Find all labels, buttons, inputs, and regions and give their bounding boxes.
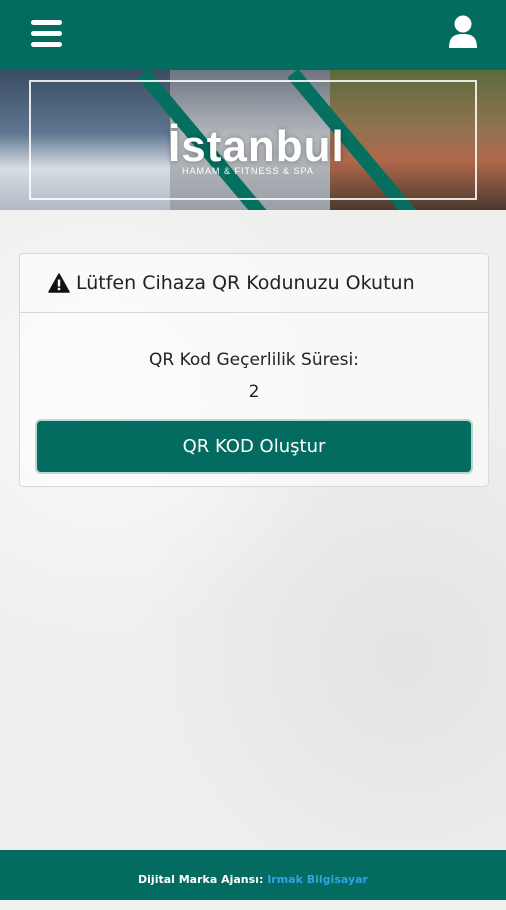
footer-prefix: Dijital Marka Ajansı: [138,873,264,886]
agency-link[interactable]: Irmak Bilgisayar [267,873,368,886]
validity-label: QR Kod Geçerlilik Süresi: [148,350,359,370]
qr-card: Lütfen Cihaza QR Kodunuzu Okutun QR Kod … [19,253,489,487]
create-qr-button[interactable]: QR KOD Oluştur [37,421,471,472]
top-bar [0,0,506,70]
brand-logo: İstanbul [168,122,345,171]
footer: Dijital Marka Ajansı: Irmak Bilgisayar [0,850,506,900]
user-account-icon[interactable] [448,15,478,49]
validity-value: 2 [248,382,260,402]
card-title: Lütfen Cihaza QR Kodunuzu Okutun [76,272,415,294]
hamburger-menu-icon[interactable] [31,20,62,47]
brand-tagline: HAMAM & FITNESS & SPA [182,166,314,176]
warning-triangle-icon [48,273,70,293]
card-header: Lütfen Cihaza QR Kodunuzu Okutun [20,254,488,313]
hero-banner: İstanbul HAMAM & FITNESS & SPA [0,70,506,210]
main-content: Lütfen Cihaza QR Kodunuzu Okutun QR Kod … [0,210,506,850]
